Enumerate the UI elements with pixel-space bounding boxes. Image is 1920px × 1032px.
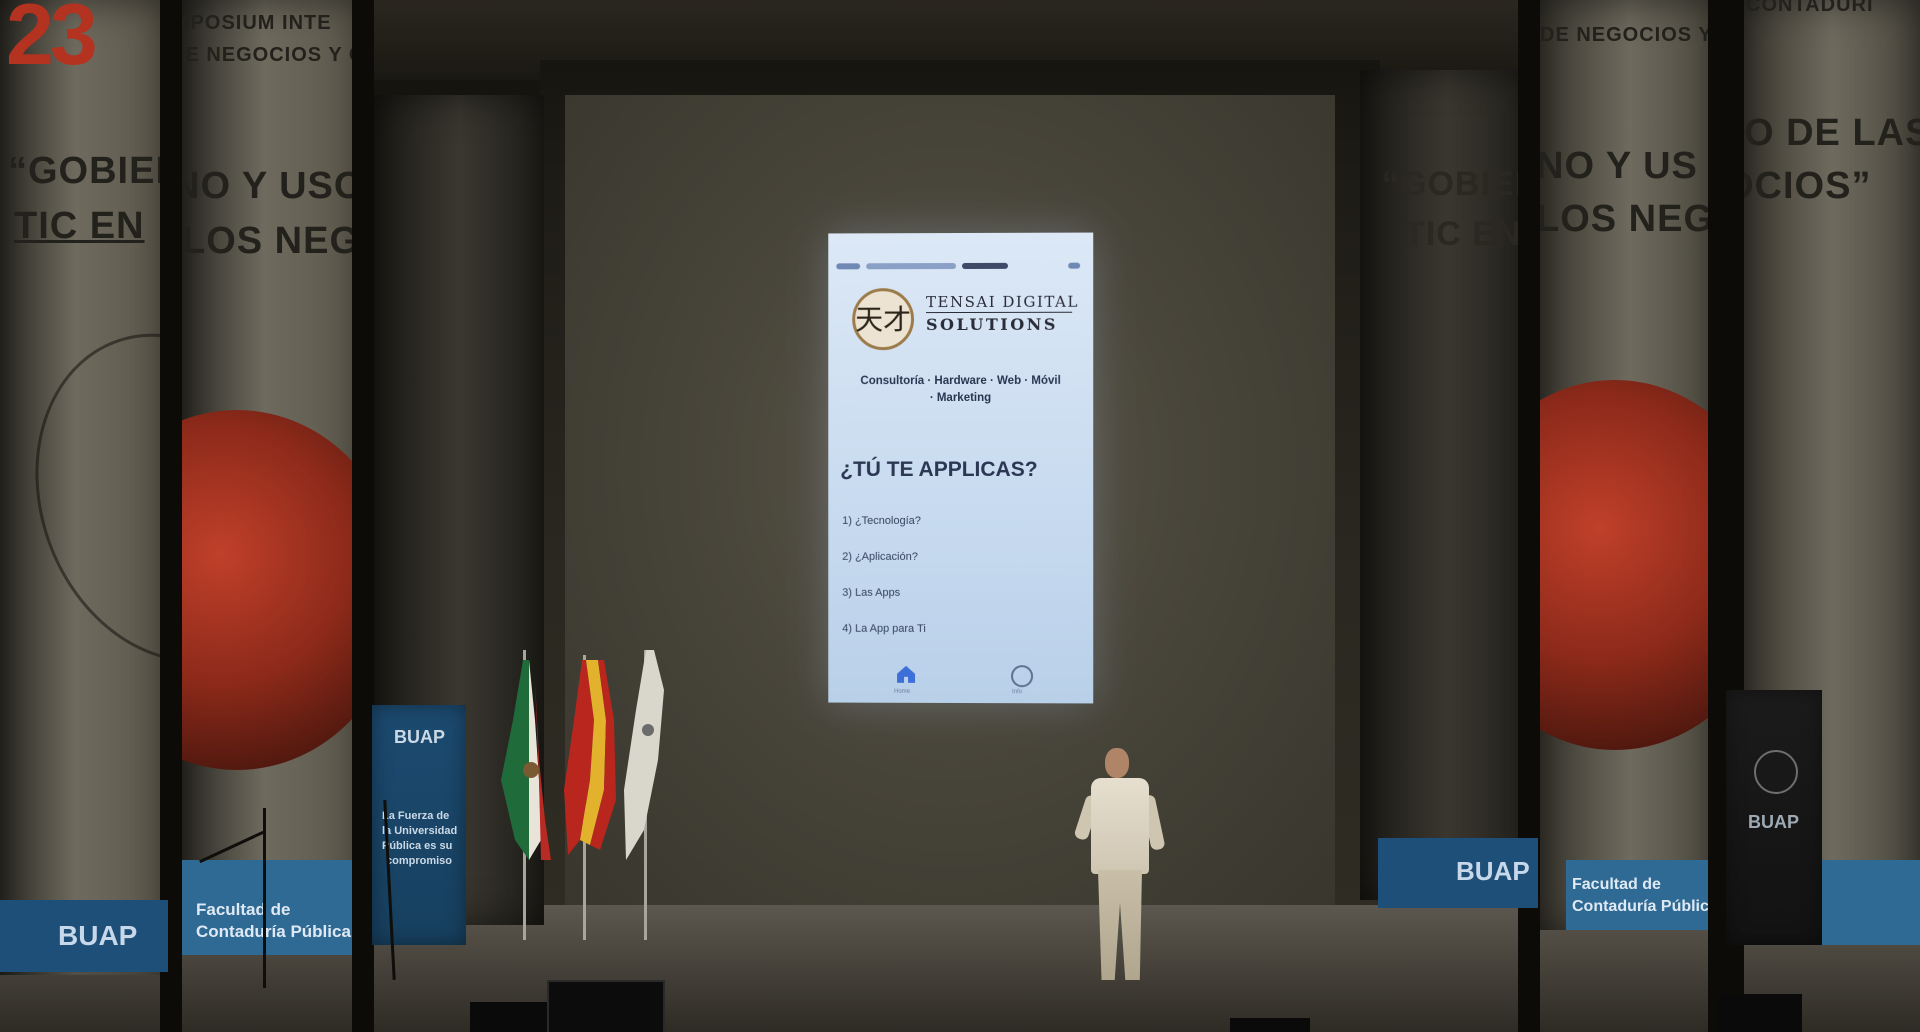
stage-scene: 23 “GOBIER TIC EN SIMPOSIUM INTE DE NEGO… — [0, 0, 1920, 1032]
emblem-globe-right — [1540, 380, 1720, 750]
speaker-body — [1091, 778, 1149, 874]
nav-title-bar-2 — [961, 262, 1009, 269]
flag-spain — [564, 660, 616, 855]
home-icon[interactable] — [895, 663, 917, 685]
slide-nav-bar — [836, 261, 1084, 274]
brand-name-line1: TENSAI DIGITAL — [926, 292, 1079, 312]
stage-box-right — [1718, 994, 1802, 1032]
info-icon[interactable] — [1011, 665, 1034, 688]
buap-banner-right: BUAP — [1726, 690, 1822, 945]
buap-banner-right-brand: BUAP — [1748, 812, 1800, 832]
banner-slogan-line2b: LOS NEGOCIOS” — [182, 220, 364, 262]
drape-left-1 — [160, 0, 182, 1032]
banner-slogan-line1b: NO Y USO DE LAS — [182, 165, 364, 207]
banner-right-header-1: DE NEGOCIOS Y — [1540, 24, 1713, 46]
buap-banner-brand: BUAP — [394, 727, 446, 747]
banner-left-footer-brand: BUAP — [0, 900, 168, 972]
banner-right-slogan-2c: OCIOS” — [1744, 165, 1872, 207]
banner-right-footer-2: Contaduría Pública — [1572, 898, 1718, 915]
banner-footer-text-2: Contaduría Pública — [196, 922, 351, 941]
banner-footer-text-1: Facultad de — [196, 900, 291, 919]
speaker-head — [1105, 748, 1129, 778]
banner-edition-number: 23 — [6, 0, 98, 83]
banner-left-outer: 23 “GOBIER TIC EN — [0, 0, 168, 975]
slide-list-item[interactable]: 1) ¿Tecnología? — [842, 515, 921, 527]
banner-footer-strip: Facultad de Contaduría Pública — [182, 860, 364, 955]
brand-rule — [926, 311, 1073, 314]
services-line-1: Consultoría · Hardware · Web · Móvil — [860, 374, 1061, 388]
buap-brand-left: BUAP — [58, 920, 138, 951]
banner-header-line2: DE NEGOCIOS Y C — [182, 44, 364, 66]
banner-right-inner: DE NEGOCIOS Y NO Y US LOS NEG Facultad d… — [1540, 0, 1720, 930]
stage-box-center — [1230, 1018, 1310, 1032]
banner-left-inner: SIMPOSIUM INTE DE NEGOCIOS Y C NO Y USO … — [182, 0, 364, 955]
logo-glyph: 天才 — [855, 303, 912, 337]
banner-right-footer-brand: BUAP — [1378, 838, 1538, 908]
tensai-logo-icon: 天才 — [852, 288, 915, 351]
banner-right-header-2: CONTADURÍ — [1746, 0, 1874, 16]
banner-right-footer-1: Facultad de — [1572, 876, 1661, 893]
buap-brand-right: BUAP — [1456, 856, 1530, 886]
slide-list-item[interactable]: 4) La App para Ti — [842, 623, 926, 635]
projected-slide: 天才 TENSAI DIGITAL SOLUTIONS Consultoría … — [828, 232, 1094, 704]
banner-right-footer-strip: Facultad de Contaduría Pública — [1566, 860, 1720, 930]
tab-home-label: Home — [894, 688, 911, 695]
nav-back-icon — [836, 263, 861, 270]
services-line: Consultoría · Hardware · Web · Móvil · M… — [838, 373, 1083, 407]
flag-buap — [624, 650, 664, 860]
banner-header-line1: SIMPOSIUM INTE — [182, 12, 332, 34]
banner-right-slogan-2b: LOS NEG — [1540, 198, 1715, 240]
drape-left-2 — [352, 0, 374, 1032]
emblem-globe — [182, 410, 364, 770]
mic-stand-left — [263, 808, 266, 988]
buap-banner-text-3: Pública es su — [382, 840, 453, 852]
brand-name-line2: SOLUTIONS — [926, 314, 1058, 335]
tab-info-label: Info — [1012, 689, 1023, 696]
banner-right-slogan-1b: NO Y US — [1540, 145, 1698, 187]
slide-list-item[interactable]: 2) ¿Aplicación? — [842, 551, 918, 563]
buap-banner-text-1: La Fuerza de — [382, 810, 450, 822]
banner-right-pole: “GOBIER TIC EN — [1360, 70, 1535, 900]
slide-heading: ¿TÚ TE APPLICAS? — [840, 457, 1038, 482]
stage-monitor-left — [470, 1002, 550, 1032]
banner-slogan-line2: TIC EN — [14, 205, 145, 247]
banner-right-slogan-1c: O DE LAS — [1744, 112, 1920, 154]
buap-seal-icon — [1754, 750, 1798, 794]
banner-right-slogan-2: TIC EN — [1404, 215, 1522, 253]
flag-mexico — [501, 660, 551, 860]
banner-slogan-line1: “GOBIER — [8, 150, 168, 192]
nav-title-bar — [866, 263, 957, 270]
services-line-2: · Marketing — [929, 391, 992, 405]
nav-menu-icon — [1068, 262, 1081, 269]
buap-banner-text-4: compromiso — [386, 855, 453, 867]
banner-right-slogan-1: “GOBIER — [1382, 165, 1535, 203]
emblem-ring — [0, 294, 168, 702]
slide-list-item[interactable]: 3) Las Apps — [842, 587, 900, 599]
buap-banner-text-2: la Universidad — [382, 825, 458, 837]
stage-monitor — [547, 980, 665, 1032]
